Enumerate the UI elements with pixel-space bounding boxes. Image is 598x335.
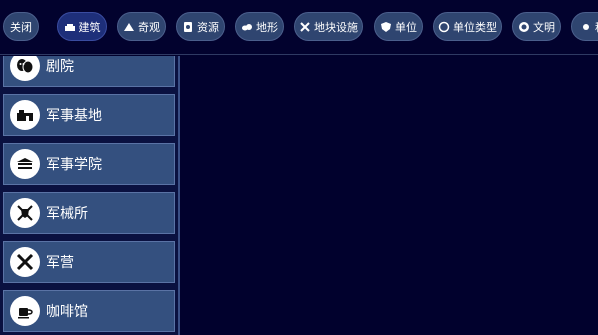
list-item-barracks[interactable]: 军营	[3, 241, 175, 283]
resource-icon	[182, 21, 194, 33]
barracks-icon	[10, 247, 40, 277]
theater-masks-icon	[10, 56, 40, 81]
tab-close[interactable]: 关闭	[3, 12, 39, 41]
tab-units[interactable]: 单位	[374, 12, 423, 41]
tab-label: 单位	[395, 20, 417, 34]
list-item-armory[interactable]: 军械所	[3, 192, 175, 234]
building-icon	[64, 21, 76, 33]
unit-type-icon	[438, 21, 450, 33]
list-item-label: 军事学院	[46, 157, 102, 173]
tab-science[interactable]: 科	[571, 12, 598, 41]
civilization-icon	[518, 21, 530, 33]
military-base-icon	[10, 100, 40, 130]
list-item-label: 军营	[46, 255, 74, 271]
tab-label: 文明	[533, 20, 555, 34]
tab-improvements[interactable]: 地块设施	[294, 12, 363, 41]
wonder-icon	[123, 21, 135, 33]
terrain-icon	[241, 21, 253, 33]
tab-buildings[interactable]: 建筑	[57, 12, 107, 41]
list-item-label: 剧院	[46, 59, 74, 75]
list-item-military-academy[interactable]: 军事学院	[3, 143, 175, 185]
list-item-label: 军械所	[46, 206, 88, 222]
tab-resources[interactable]: 资源	[176, 12, 225, 41]
tab-label: 单位类型	[453, 20, 497, 34]
tab-label: 建筑	[78, 20, 101, 34]
tab-civilizations[interactable]: 文明	[512, 12, 561, 41]
list-item-label: 咖啡馆	[46, 304, 88, 320]
category-tab-bar: 关闭 建筑 奇观 资源 地形 地块设施 单位 单位类型 文明	[0, 0, 598, 55]
list-item-military-base[interactable]: 军事基地	[3, 94, 175, 136]
tab-label: 地形	[256, 20, 278, 34]
list-item-label: 军事基地	[46, 108, 102, 124]
science-icon	[580, 21, 592, 33]
detail-panel	[182, 56, 598, 335]
unit-shield-icon	[380, 21, 392, 33]
military-academy-icon	[10, 149, 40, 179]
coffee-cup-icon	[10, 296, 40, 326]
building-list[interactable]: 剧院 军事基地 军事学院 军械所 军营 咖啡馆	[0, 56, 180, 335]
tab-wonders[interactable]: 奇观	[117, 12, 166, 41]
list-item-cafe[interactable]: 咖啡馆	[3, 290, 175, 332]
tab-label: 关闭	[10, 20, 32, 34]
tab-unit-types[interactable]: 单位类型	[433, 12, 502, 41]
tab-label: 地块设施	[314, 20, 358, 34]
armory-icon	[10, 198, 40, 228]
tab-label: 资源	[197, 20, 219, 34]
list-item-theater[interactable]: 剧院	[3, 56, 175, 87]
improvement-icon	[299, 21, 311, 33]
tab-terrain[interactable]: 地形	[235, 12, 284, 41]
tab-label: 奇观	[138, 20, 160, 34]
